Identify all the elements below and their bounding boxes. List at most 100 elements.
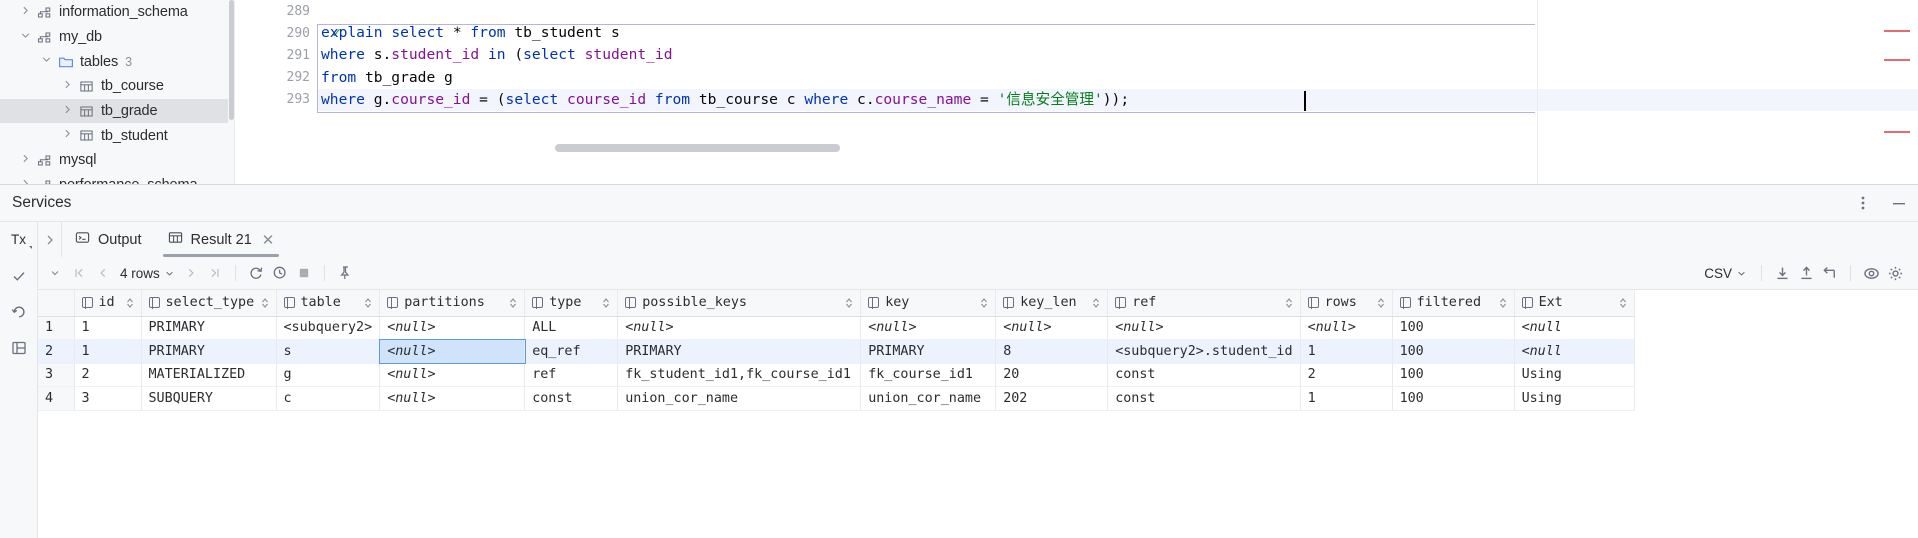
cell-rows[interactable]: 1 [1300, 386, 1393, 411]
chevron-right-icon[interactable] [62, 128, 77, 143]
tab-result-21[interactable]: Result 21 ✕ [155, 222, 288, 257]
sort-toggle-icon[interactable] [1092, 297, 1100, 309]
cell-partitions[interactable]: <null> [379, 386, 526, 411]
column-header-Ext[interactable]: Ext [1514, 290, 1635, 317]
cell-key_len[interactable]: 20 [995, 363, 1109, 387]
upload-icon[interactable] [1795, 262, 1817, 284]
cell-key[interactable]: <null> [860, 316, 997, 340]
cell-ref[interactable]: const [1107, 363, 1301, 387]
row-count-dropdown[interactable]: 4 rows [116, 266, 178, 281]
cell-rows[interactable]: 1 [1300, 339, 1393, 364]
code-line-290[interactable]: explain select * from tb_student s [318, 22, 1918, 44]
cell-select_type[interactable]: SUBQUERY [141, 386, 277, 411]
cell-id[interactable]: 1 [74, 339, 142, 364]
column-header-partitions[interactable]: partitions [379, 290, 526, 317]
stop-icon[interactable] [293, 262, 315, 284]
sort-toggle-icon[interactable] [509, 297, 517, 309]
database-tree[interactable]: information_schema my_db tables 3 tb_course t… [0, 0, 228, 186]
sort-toggle-icon[interactable] [1285, 297, 1293, 309]
cell-table[interactable]: <subquery2> [276, 316, 381, 340]
cell-possible_keys[interactable]: fk_student_id1,fk_course_id1 [617, 363, 862, 387]
tree-item-information-schema[interactable]: information_schema [0, 0, 228, 25]
first-page-icon[interactable] [68, 262, 90, 284]
cell-partitions[interactable]: <null> [378, 338, 526, 364]
transaction-mode-button[interactable]: Tx [0, 222, 38, 257]
cell-select_type[interactable]: MATERIALIZED [141, 363, 277, 387]
sort-toggle-icon[interactable] [126, 297, 134, 309]
cell-ref[interactable]: <subquery2>.student_id [1107, 339, 1301, 364]
history-icon[interactable] [269, 262, 291, 284]
column-header-key_len[interactable]: key_len [995, 290, 1109, 317]
column-header-ref[interactable]: ref [1107, 290, 1301, 317]
expand-sessions-icon[interactable] [38, 222, 62, 257]
cell-key_len[interactable]: 8 [995, 339, 1109, 364]
row-number[interactable]: 3 [38, 363, 75, 387]
editor-horizontal-scrollbar[interactable] [555, 144, 840, 152]
tree-item-mysql[interactable]: mysql [0, 148, 228, 173]
cell-rows[interactable]: 2 [1300, 363, 1393, 387]
sort-toggle-icon[interactable] [602, 297, 610, 309]
last-page-icon[interactable] [204, 262, 226, 284]
sort-toggle-icon[interactable] [845, 297, 853, 309]
row-number[interactable]: 4 [38, 386, 75, 411]
cell-possible_keys[interactable]: <null> [617, 316, 862, 340]
cell-Ext[interactable]: <null [1514, 316, 1635, 340]
chevron-right-icon[interactable] [62, 104, 77, 119]
column-header-key[interactable]: key [860, 290, 997, 317]
column-header-table[interactable]: table [276, 290, 381, 317]
cell-id[interactable]: 2 [74, 363, 142, 387]
cell-table[interactable]: c [276, 386, 381, 411]
row-number[interactable]: 2 [38, 339, 75, 364]
cell-filtered[interactable]: 100 [1392, 363, 1515, 387]
cell-type[interactable]: ALL [524, 316, 619, 340]
refresh-icon[interactable] [245, 262, 267, 284]
cell-rows[interactable]: <null> [1300, 316, 1393, 340]
cell-id[interactable]: 1 [74, 316, 142, 340]
chevron-right-icon[interactable] [20, 153, 35, 168]
cell-partitions[interactable]: <null> [379, 316, 526, 340]
cell-type[interactable]: const [524, 386, 619, 411]
code-content[interactable]: explain select * from tb_student s where … [318, 0, 1918, 186]
tab-output[interactable]: Output [62, 222, 155, 257]
sort-toggle-icon[interactable] [1499, 297, 1507, 309]
chevron-right-icon[interactable] [20, 5, 35, 20]
rollback-icon[interactable] [10, 303, 28, 321]
download-icon[interactable] [1771, 262, 1793, 284]
chevron-down-icon[interactable] [20, 30, 35, 45]
row-number[interactable]: 1 [38, 316, 75, 340]
column-header-possible_keys[interactable]: possible_keys [617, 290, 862, 317]
cell-table[interactable]: s [276, 339, 381, 364]
export-format-dropdown[interactable]: CSV [1704, 266, 1746, 281]
code-line-289[interactable] [318, 0, 1918, 22]
column-header-rows[interactable]: rows [1300, 290, 1393, 317]
tree-item-my-db[interactable]: my_db [0, 25, 228, 50]
cell-ref[interactable]: <null> [1107, 316, 1301, 340]
cell-key[interactable]: PRIMARY [860, 339, 997, 364]
cell-filtered[interactable]: 100 [1392, 386, 1515, 411]
cell-ref[interactable]: const [1107, 386, 1301, 411]
column-header-select_type[interactable]: select_type [141, 290, 277, 317]
cell-id[interactable]: 3 [74, 386, 142, 411]
tree-item-tables[interactable]: tables 3 [0, 49, 228, 74]
cell-filtered[interactable]: 100 [1392, 339, 1515, 364]
cell-filtered[interactable]: 100 [1392, 316, 1515, 340]
cell-Ext[interactable]: <null [1514, 339, 1635, 364]
cell-possible_keys[interactable]: union_cor_name [617, 386, 862, 411]
next-page-icon[interactable] [180, 262, 202, 284]
view-options-icon[interactable] [1860, 262, 1882, 284]
table-row[interactable]: 3 2 MATERIALIZED g <null> ref fk_student_id1,f… [38, 363, 1635, 387]
chevron-down-icon[interactable] [41, 54, 56, 69]
cell-select_type[interactable]: PRIMARY [141, 339, 277, 364]
cell-possible_keys[interactable]: PRIMARY [617, 339, 862, 364]
result-grid[interactable]: id select_type table partitions type possible… [38, 290, 1918, 538]
cell-key_len[interactable]: <null> [995, 316, 1109, 340]
code-line-292[interactable]: from tb_grade g [318, 67, 1918, 89]
settings-icon[interactable] [1884, 262, 1906, 284]
cell-type[interactable]: eq_ref [524, 339, 619, 364]
cell-key[interactable]: fk_course_id1 [860, 363, 997, 387]
tree-item-tb-course[interactable]: tb_course [0, 74, 228, 99]
table-row[interactable]: 2 1 PRIMARY s <null> eq_ref PRIMARY PRIMARY 8 <su… [38, 338, 1635, 364]
cell-Ext[interactable]: Using [1514, 363, 1635, 387]
column-header-id[interactable]: id [74, 290, 142, 317]
table-row[interactable]: 4 3 SUBQUERY c <null> const union_cor_name unio… [38, 386, 1635, 411]
